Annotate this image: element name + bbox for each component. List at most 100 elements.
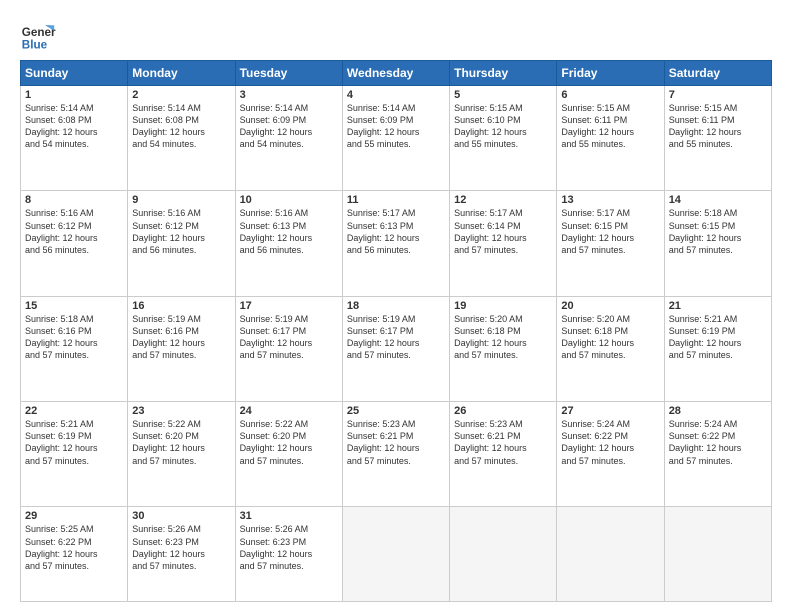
calendar-cell	[557, 507, 664, 602]
day-info: Sunrise: 5:21 AM Sunset: 6:19 PM Dayligh…	[25, 418, 123, 467]
day-number: 11	[347, 194, 445, 206]
day-number: 31	[240, 510, 338, 522]
day-number: 30	[132, 510, 230, 522]
day-info: Sunrise: 5:22 AM Sunset: 6:20 PM Dayligh…	[132, 418, 230, 467]
calendar-table: SundayMondayTuesdayWednesdayThursdayFrid…	[20, 60, 772, 602]
calendar-cell: 15Sunrise: 5:18 AM Sunset: 6:16 PM Dayli…	[21, 296, 128, 401]
day-info: Sunrise: 5:18 AM Sunset: 6:16 PM Dayligh…	[25, 313, 123, 362]
day-number: 22	[25, 405, 123, 417]
day-info: Sunrise: 5:19 AM Sunset: 6:17 PM Dayligh…	[240, 313, 338, 362]
day-number: 5	[454, 89, 552, 101]
day-of-week-friday: Friday	[557, 61, 664, 86]
day-info: Sunrise: 5:17 AM Sunset: 6:15 PM Dayligh…	[561, 207, 659, 256]
calendar-cell: 5Sunrise: 5:15 AM Sunset: 6:10 PM Daylig…	[450, 86, 557, 191]
day-info: Sunrise: 5:16 AM Sunset: 6:12 PM Dayligh…	[132, 207, 230, 256]
day-info: Sunrise: 5:23 AM Sunset: 6:21 PM Dayligh…	[347, 418, 445, 467]
calendar-cell	[450, 507, 557, 602]
day-number: 19	[454, 300, 552, 312]
day-number: 23	[132, 405, 230, 417]
day-number: 7	[669, 89, 767, 101]
calendar-cell: 16Sunrise: 5:19 AM Sunset: 6:16 PM Dayli…	[128, 296, 235, 401]
day-of-week-monday: Monday	[128, 61, 235, 86]
calendar-cell: 12Sunrise: 5:17 AM Sunset: 6:14 PM Dayli…	[450, 191, 557, 296]
calendar-cell: 20Sunrise: 5:20 AM Sunset: 6:18 PM Dayli…	[557, 296, 664, 401]
day-info: Sunrise: 5:17 AM Sunset: 6:14 PM Dayligh…	[454, 207, 552, 256]
day-number: 21	[669, 300, 767, 312]
calendar-cell: 6Sunrise: 5:15 AM Sunset: 6:11 PM Daylig…	[557, 86, 664, 191]
day-info: Sunrise: 5:19 AM Sunset: 6:17 PM Dayligh…	[347, 313, 445, 362]
day-number: 27	[561, 405, 659, 417]
day-info: Sunrise: 5:19 AM Sunset: 6:16 PM Dayligh…	[132, 313, 230, 362]
calendar-cell: 24Sunrise: 5:22 AM Sunset: 6:20 PM Dayli…	[235, 402, 342, 507]
calendar-cell: 18Sunrise: 5:19 AM Sunset: 6:17 PM Dayli…	[342, 296, 449, 401]
day-number: 9	[132, 194, 230, 206]
day-number: 18	[347, 300, 445, 312]
week-row-4: 22Sunrise: 5:21 AM Sunset: 6:19 PM Dayli…	[21, 402, 772, 507]
svg-text:Blue: Blue	[22, 39, 48, 52]
calendar-cell: 19Sunrise: 5:20 AM Sunset: 6:18 PM Dayli…	[450, 296, 557, 401]
day-number: 13	[561, 194, 659, 206]
day-header-row: SundayMondayTuesdayWednesdayThursdayFrid…	[21, 61, 772, 86]
day-number: 29	[25, 510, 123, 522]
day-info: Sunrise: 5:15 AM Sunset: 6:10 PM Dayligh…	[454, 102, 552, 151]
calendar-cell: 8Sunrise: 5:16 AM Sunset: 6:12 PM Daylig…	[21, 191, 128, 296]
day-info: Sunrise: 5:14 AM Sunset: 6:08 PM Dayligh…	[25, 102, 123, 151]
day-number: 26	[454, 405, 552, 417]
day-of-week-wednesday: Wednesday	[342, 61, 449, 86]
day-number: 3	[240, 89, 338, 101]
calendar-cell: 14Sunrise: 5:18 AM Sunset: 6:15 PM Dayli…	[664, 191, 771, 296]
calendar-cell: 4Sunrise: 5:14 AM Sunset: 6:09 PM Daylig…	[342, 86, 449, 191]
day-info: Sunrise: 5:17 AM Sunset: 6:13 PM Dayligh…	[347, 207, 445, 256]
day-info: Sunrise: 5:26 AM Sunset: 6:23 PM Dayligh…	[132, 523, 230, 572]
week-row-2: 8Sunrise: 5:16 AM Sunset: 6:12 PM Daylig…	[21, 191, 772, 296]
day-info: Sunrise: 5:24 AM Sunset: 6:22 PM Dayligh…	[669, 418, 767, 467]
day-number: 12	[454, 194, 552, 206]
calendar-cell: 21Sunrise: 5:21 AM Sunset: 6:19 PM Dayli…	[664, 296, 771, 401]
calendar-cell: 27Sunrise: 5:24 AM Sunset: 6:22 PM Dayli…	[557, 402, 664, 507]
day-info: Sunrise: 5:21 AM Sunset: 6:19 PM Dayligh…	[669, 313, 767, 362]
logo: General Blue	[20, 18, 56, 54]
calendar-body: 1Sunrise: 5:14 AM Sunset: 6:08 PM Daylig…	[21, 86, 772, 602]
day-of-week-thursday: Thursday	[450, 61, 557, 86]
calendar-cell: 9Sunrise: 5:16 AM Sunset: 6:12 PM Daylig…	[128, 191, 235, 296]
day-info: Sunrise: 5:16 AM Sunset: 6:12 PM Dayligh…	[25, 207, 123, 256]
day-number: 14	[669, 194, 767, 206]
week-row-5: 29Sunrise: 5:25 AM Sunset: 6:22 PM Dayli…	[21, 507, 772, 602]
calendar-cell: 2Sunrise: 5:14 AM Sunset: 6:08 PM Daylig…	[128, 86, 235, 191]
day-number: 28	[669, 405, 767, 417]
day-info: Sunrise: 5:24 AM Sunset: 6:22 PM Dayligh…	[561, 418, 659, 467]
calendar-cell: 11Sunrise: 5:17 AM Sunset: 6:13 PM Dayli…	[342, 191, 449, 296]
day-info: Sunrise: 5:23 AM Sunset: 6:21 PM Dayligh…	[454, 418, 552, 467]
day-info: Sunrise: 5:15 AM Sunset: 6:11 PM Dayligh…	[561, 102, 659, 151]
day-number: 25	[347, 405, 445, 417]
day-info: Sunrise: 5:14 AM Sunset: 6:09 PM Dayligh…	[347, 102, 445, 151]
day-info: Sunrise: 5:18 AM Sunset: 6:15 PM Dayligh…	[669, 207, 767, 256]
logo-icon: General Blue	[20, 18, 56, 54]
calendar-cell: 28Sunrise: 5:24 AM Sunset: 6:22 PM Dayli…	[664, 402, 771, 507]
calendar-cell: 30Sunrise: 5:26 AM Sunset: 6:23 PM Dayli…	[128, 507, 235, 602]
calendar-cell: 3Sunrise: 5:14 AM Sunset: 6:09 PM Daylig…	[235, 86, 342, 191]
calendar-cell: 25Sunrise: 5:23 AM Sunset: 6:21 PM Dayli…	[342, 402, 449, 507]
calendar-cell: 29Sunrise: 5:25 AM Sunset: 6:22 PM Dayli…	[21, 507, 128, 602]
day-info: Sunrise: 5:22 AM Sunset: 6:20 PM Dayligh…	[240, 418, 338, 467]
calendar-cell: 1Sunrise: 5:14 AM Sunset: 6:08 PM Daylig…	[21, 86, 128, 191]
calendar-cell: 23Sunrise: 5:22 AM Sunset: 6:20 PM Dayli…	[128, 402, 235, 507]
day-number: 20	[561, 300, 659, 312]
day-info: Sunrise: 5:16 AM Sunset: 6:13 PM Dayligh…	[240, 207, 338, 256]
day-number: 4	[347, 89, 445, 101]
calendar-cell: 7Sunrise: 5:15 AM Sunset: 6:11 PM Daylig…	[664, 86, 771, 191]
week-row-1: 1Sunrise: 5:14 AM Sunset: 6:08 PM Daylig…	[21, 86, 772, 191]
day-number: 16	[132, 300, 230, 312]
day-info: Sunrise: 5:25 AM Sunset: 6:22 PM Dayligh…	[25, 523, 123, 572]
day-info: Sunrise: 5:14 AM Sunset: 6:09 PM Dayligh…	[240, 102, 338, 151]
day-number: 8	[25, 194, 123, 206]
day-number: 6	[561, 89, 659, 101]
day-number: 10	[240, 194, 338, 206]
day-of-week-tuesday: Tuesday	[235, 61, 342, 86]
calendar-cell: 22Sunrise: 5:21 AM Sunset: 6:19 PM Dayli…	[21, 402, 128, 507]
page: General Blue SundayMondayTuesdayWednesda…	[0, 0, 792, 612]
day-number: 15	[25, 300, 123, 312]
day-info: Sunrise: 5:15 AM Sunset: 6:11 PM Dayligh…	[669, 102, 767, 151]
calendar-cell: 31Sunrise: 5:26 AM Sunset: 6:23 PM Dayli…	[235, 507, 342, 602]
day-info: Sunrise: 5:20 AM Sunset: 6:18 PM Dayligh…	[454, 313, 552, 362]
